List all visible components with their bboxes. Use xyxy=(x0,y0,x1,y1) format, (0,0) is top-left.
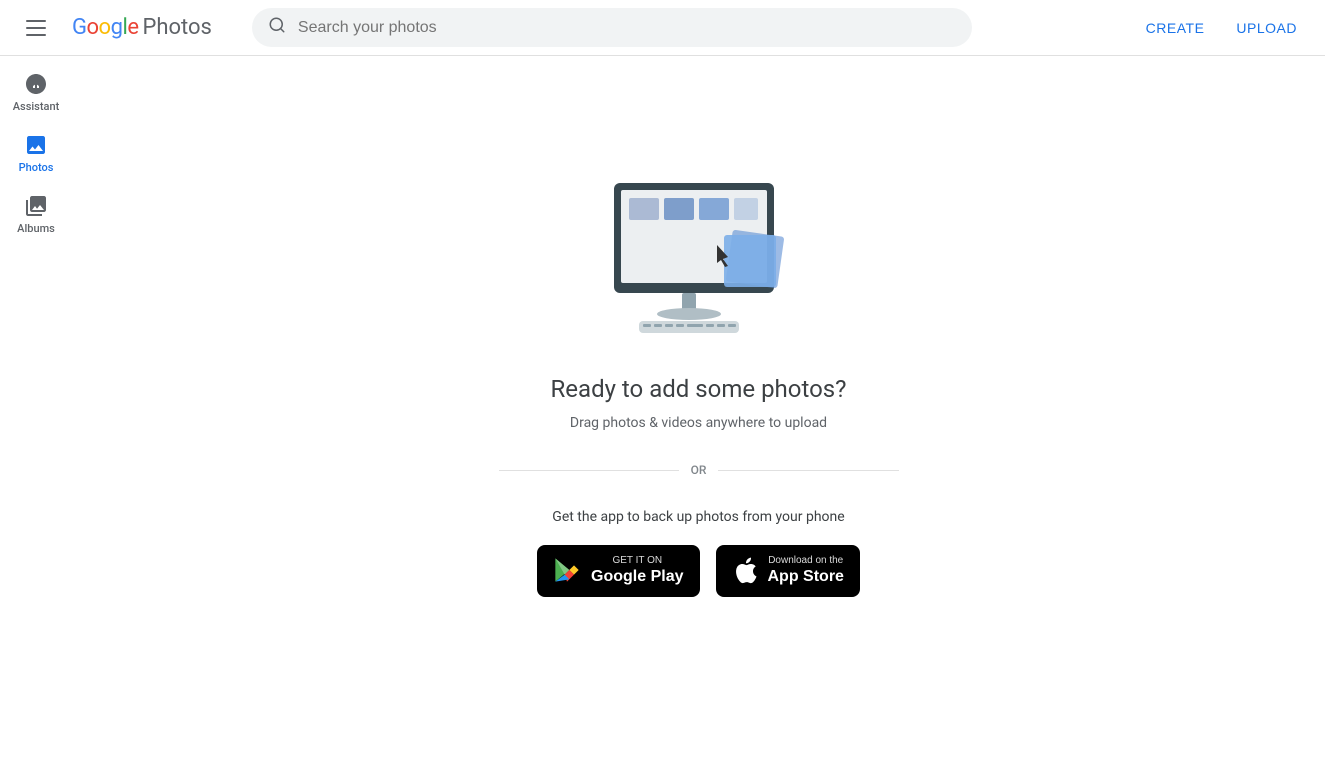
google-play-text: GET IT ON Google Play xyxy=(591,555,683,586)
upload-button[interactable]: UPLOAD xyxy=(1224,12,1309,44)
sidebar: Assistant Photos Albums xyxy=(0,56,72,704)
search-bar xyxy=(252,8,972,47)
logo-e: e xyxy=(127,15,138,40)
google-logo: Google xyxy=(72,15,138,40)
hamburger-line-2 xyxy=(26,27,46,29)
upload-illustration xyxy=(599,163,799,343)
hamburger-menu-button[interactable] xyxy=(16,8,56,48)
app-store-button[interactable]: Download on the App Store xyxy=(716,545,860,596)
key-space xyxy=(687,324,703,327)
google-play-pre-text: GET IT ON xyxy=(591,555,683,567)
thumb-3 xyxy=(699,198,729,220)
divider-line-right xyxy=(718,470,898,471)
divider-line-left xyxy=(499,470,679,471)
photos-label: Photos xyxy=(19,161,54,174)
divider-text: OR xyxy=(691,463,707,477)
key-4 xyxy=(676,324,684,327)
apple-icon xyxy=(732,556,758,587)
app-store-name-text: App Store xyxy=(768,567,844,586)
assistant-label: Assistant xyxy=(13,100,59,113)
sidebar-item-assistant[interactable]: Assistant xyxy=(4,64,68,121)
albums-icon xyxy=(24,194,48,218)
header-actions: CREATE UPLOAD xyxy=(1134,12,1309,44)
google-play-icon xyxy=(553,556,581,587)
create-button[interactable]: CREATE xyxy=(1134,12,1217,44)
search-input[interactable] xyxy=(298,19,956,37)
logo-link[interactable]: Google Photos xyxy=(72,15,212,40)
assistant-icon xyxy=(24,72,48,96)
ready-title: Ready to add some photos? xyxy=(551,375,847,403)
key-7 xyxy=(728,324,736,327)
sidebar-item-photos[interactable]: Photos xyxy=(4,125,68,182)
ready-subtitle: Drag photos & videos anywhere to upload xyxy=(570,415,827,431)
key-5 xyxy=(706,324,714,327)
thumb-1 xyxy=(629,198,659,220)
app-store-text: Download on the App Store xyxy=(768,555,844,586)
logo-g: G xyxy=(72,15,87,40)
logo-g2: g xyxy=(111,15,123,40)
logo-o2: o xyxy=(99,15,111,40)
monitor-svg xyxy=(599,163,799,343)
photos-icon xyxy=(24,133,48,157)
key-3 xyxy=(665,324,673,327)
drag-photo-front xyxy=(724,235,776,287)
thumb-2 xyxy=(664,198,694,220)
albums-label: Albums xyxy=(17,222,55,235)
logo-product-name: Photos xyxy=(142,15,211,40)
app-cta-text: Get the app to back up photos from your … xyxy=(552,509,844,525)
monitor-base xyxy=(657,308,721,320)
key-2 xyxy=(654,324,662,327)
divider-row: OR xyxy=(499,463,899,477)
logo-o1: o xyxy=(87,15,99,40)
hamburger-line-1 xyxy=(26,20,46,22)
header-left: Google Photos xyxy=(16,8,212,48)
hamburger-line-3 xyxy=(26,34,46,36)
sidebar-item-albums[interactable]: Albums xyxy=(4,186,68,243)
app-buttons: GET IT ON Google Play Download on the Ap… xyxy=(537,545,860,596)
thumb-4 xyxy=(734,198,758,220)
app-store-pre-text: Download on the xyxy=(768,555,844,567)
app-header: Google Photos CREATE UPLOAD xyxy=(0,0,1325,56)
search-icon xyxy=(268,16,286,39)
key-6 xyxy=(717,324,725,327)
key-1 xyxy=(643,324,651,327)
main-content: Ready to add some photos? Drag photos & … xyxy=(72,56,1325,704)
google-play-store-text: Google Play xyxy=(591,567,683,586)
google-play-button[interactable]: GET IT ON Google Play xyxy=(537,545,699,596)
